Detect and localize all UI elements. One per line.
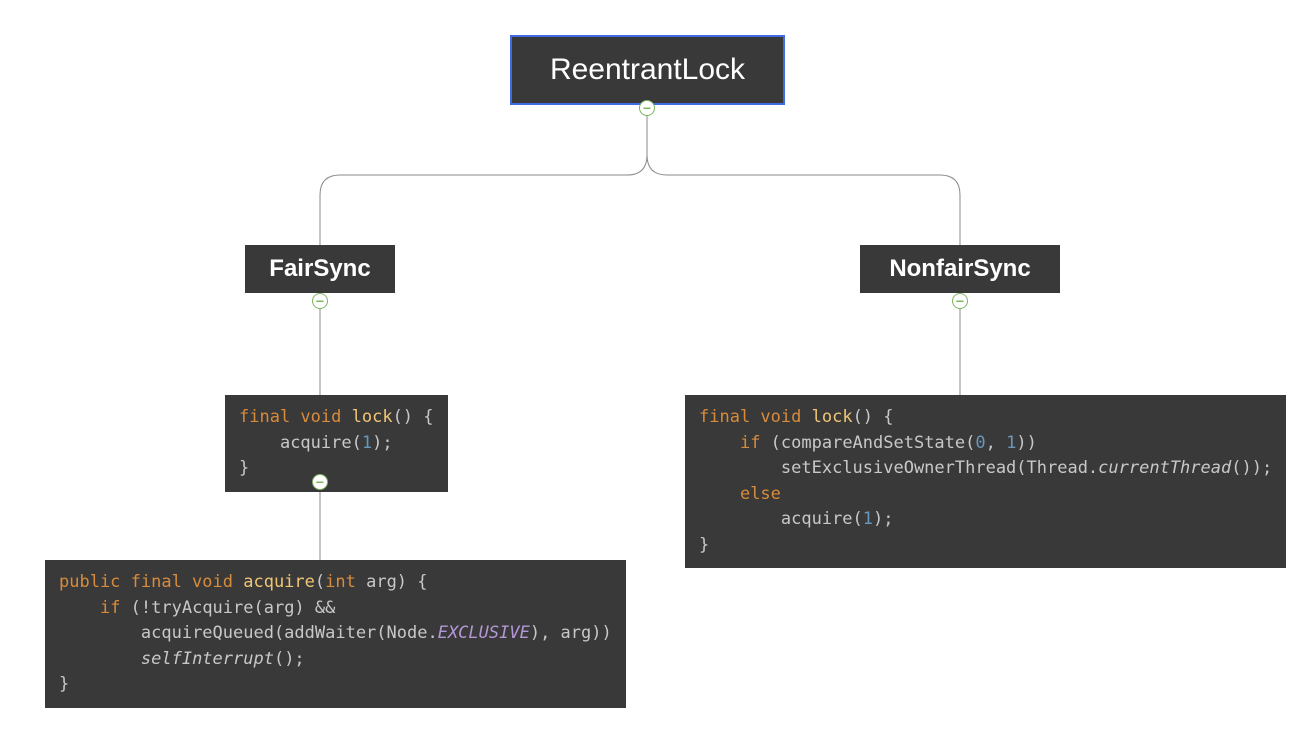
collapse-icon[interactable]: [312, 474, 328, 490]
collapse-icon[interactable]: [639, 100, 655, 116]
collapse-icon[interactable]: [312, 293, 328, 309]
fairsync-title: FairSync: [269, 255, 370, 282]
root-title: ReentrantLock: [550, 53, 745, 86]
collapse-icon[interactable]: [952, 293, 968, 309]
fairsync-acquire-code: public final void acquire(int arg) { if …: [45, 560, 626, 708]
nonfairsync-lock-code: final void lock() { if (compareAndSetSta…: [685, 395, 1286, 568]
nonfairsync-title: NonfairSync: [889, 255, 1030, 282]
nonfairsync-node: NonfairSync: [860, 245, 1060, 293]
fairsync-node: FairSync: [245, 245, 395, 293]
fairsync-lock-code: final void lock() { acquire(1); }: [225, 395, 448, 492]
root-node: ReentrantLock: [510, 35, 785, 105]
